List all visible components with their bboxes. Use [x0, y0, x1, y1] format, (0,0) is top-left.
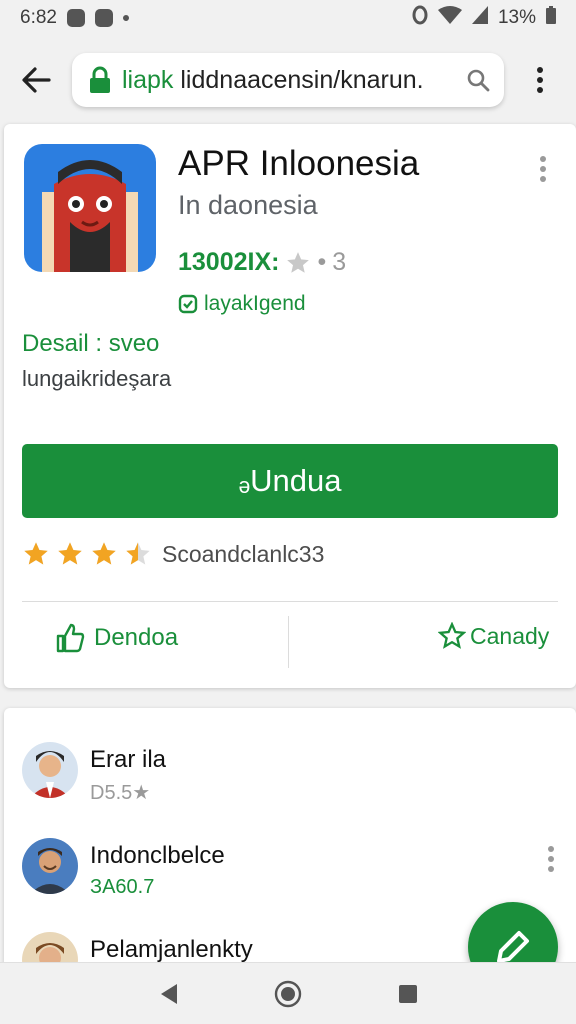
more-notifications-icon	[122, 15, 129, 21]
review-item[interactable]: Erar ila D5.5★	[22, 742, 562, 805]
more-vert-icon	[548, 846, 554, 872]
app-card-menu-button[interactable]	[540, 156, 546, 182]
review-item[interactable]: Indonclbelce ЗА60.7	[22, 838, 562, 898]
star-outline-icon	[438, 622, 466, 649]
status-bar: 6:82 13%	[0, 0, 576, 36]
download-count: 13002IX:	[178, 248, 280, 276]
url-text[interactable]: liapk liddnaacensin/knarun.	[122, 66, 456, 95]
more-vert-icon	[537, 67, 543, 93]
image-notification-icon	[94, 9, 113, 27]
install-button[interactable]: ₔUndua	[22, 444, 558, 518]
rating-stars	[22, 540, 152, 568]
battery-icon	[546, 6, 556, 30]
review-meta: D5.5★	[90, 780, 150, 805]
status-time: 6:82	[20, 7, 57, 28]
wishlist-action-label: Canady	[470, 622, 550, 649]
alarm-icon	[412, 5, 428, 31]
app-stats: 13002IX: • 3	[178, 248, 346, 277]
app-card: APR Inloonesia In daonesia 13002IX: • 3 …	[4, 124, 576, 688]
like-action[interactable]: Dendoa	[54, 622, 178, 654]
review-author: Pelamjanlenkty	[90, 936, 253, 963]
address-bar[interactable]: liapk liddnaacensin/knarun.	[72, 53, 504, 107]
review-author: Erar ila	[90, 746, 167, 773]
avatar	[22, 838, 78, 894]
wifi-icon	[437, 6, 462, 30]
rating-text: Scoandclanlc33	[162, 540, 325, 567]
review-score: D5.5	[90, 782, 133, 804]
app-badge: layakIgend	[178, 292, 306, 316]
nav-back-icon[interactable]	[157, 982, 179, 1006]
star-icon	[24, 542, 48, 565]
description-line-2: lungaikrideşara	[22, 366, 172, 391]
app-icon[interactable]	[24, 144, 156, 272]
app-developer[interactable]: In daonesia	[178, 190, 318, 221]
thumbs-up-icon	[56, 623, 85, 653]
back-button[interactable]	[0, 36, 72, 124]
more-vert-icon	[540, 156, 546, 182]
url-path: liddnaacensin/knarun.	[173, 65, 424, 94]
like-action-label: Dendoa	[94, 624, 179, 651]
review-score: ЗА60.7	[90, 876, 155, 898]
app-notification-icon	[66, 9, 85, 27]
stat-value: 3	[332, 248, 347, 276]
stat-separator-icon: •	[317, 248, 327, 276]
url-domain: liapk	[122, 65, 174, 94]
review-author: Indonclbelce	[90, 842, 225, 869]
system-nav-bar	[0, 962, 576, 1024]
browser-toolbar: liapk liddnaacensin/knarun.	[0, 36, 576, 124]
star-icon	[92, 542, 116, 565]
star-half-icon	[126, 542, 150, 565]
divider	[22, 601, 558, 602]
nav-home-icon[interactable]	[274, 980, 302, 1008]
browser-menu-button[interactable]	[504, 36, 576, 124]
badge-label: layakIgend	[204, 292, 306, 315]
signal-icon	[471, 6, 488, 30]
search-icon[interactable]	[466, 68, 490, 92]
lock-icon	[90, 66, 110, 93]
description-line-1: Desail : sveo	[22, 330, 160, 357]
wishlist-action[interactable]: Canady	[438, 622, 549, 650]
avatar	[22, 742, 78, 798]
app-title: APR Inloonesia	[178, 144, 420, 183]
action-divider	[288, 616, 289, 668]
review-menu-button[interactable]	[548, 846, 554, 872]
rating-row: Scoandclanlc33	[22, 540, 324, 568]
battery-percent: 13%	[497, 7, 536, 28]
verified-icon	[178, 294, 198, 314]
nav-recents-icon[interactable]	[397, 983, 419, 1005]
star-icon	[58, 542, 82, 565]
star-icon	[287, 251, 310, 273]
star-icon: ★	[132, 782, 151, 804]
back-arrow-icon	[22, 67, 51, 93]
